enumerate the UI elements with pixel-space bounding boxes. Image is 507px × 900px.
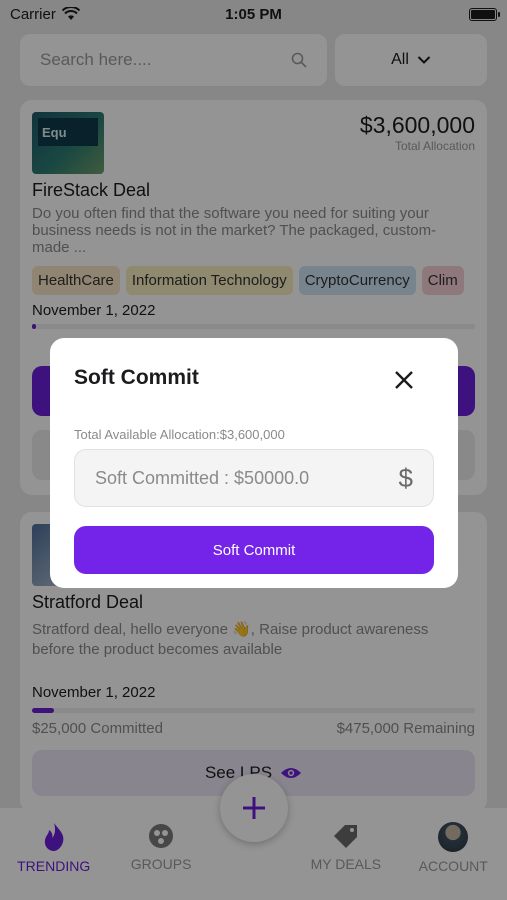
available-allocation: Total Available Allocation:$3,600,000 — [74, 427, 285, 442]
dialog-title: Soft Commit — [74, 366, 199, 389]
dollar-icon: $ — [398, 462, 413, 493]
soft-commit-dialog: Soft Commit Total Available Allocation:$… — [50, 338, 458, 588]
soft-commit-amount-input[interactable]: Soft Committed : $50000.0 $ — [74, 449, 434, 507]
close-icon[interactable] — [392, 368, 416, 392]
soft-commit-button[interactable]: Soft Commit — [74, 526, 434, 574]
input-placeholder: Soft Committed : $50000.0 — [95, 467, 310, 488]
